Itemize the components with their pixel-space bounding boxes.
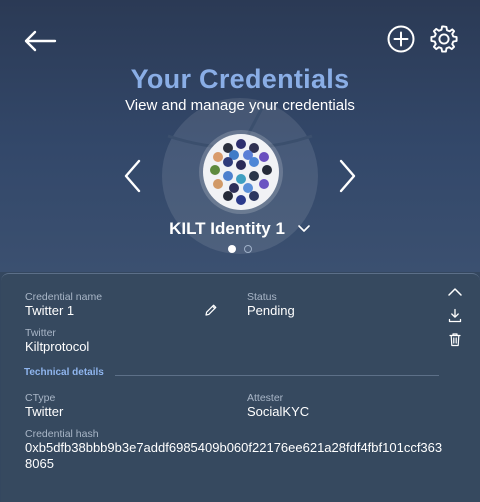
chevron-down-icon [298,225,310,232]
status-value: Pending [247,303,295,318]
download-icon[interactable] [448,308,462,323]
page-title: Your Credentials [130,64,350,94]
chevron-up-icon[interactable] [447,286,463,298]
header-area: Your Credentials View and manage your cr… [0,0,480,272]
page-dot-active[interactable] [228,245,236,253]
add-circle-icon[interactable] [386,24,416,54]
technical-details-heading: Technical details [24,367,104,378]
technical-details-divider [115,375,439,376]
twitter-label: Twitter [25,327,56,339]
identicon [210,139,272,205]
identity-avatar [203,134,279,210]
ctype-label: CType [25,392,56,404]
page-dot[interactable] [244,245,252,253]
credential-name-label: Credential name [25,291,103,303]
chevron-right-icon[interactable] [336,158,358,194]
credential-name-value: Twitter 1 [25,303,75,318]
attester-value: SocialKYC [247,404,310,419]
pagination-dots [228,245,254,255]
pencil-icon[interactable] [204,303,218,317]
attester-label: Attester [247,392,284,404]
chevron-left-icon[interactable] [122,158,144,194]
ctype-value: Twitter [25,404,64,419]
status-label: Status [247,291,277,303]
identity-dropdown[interactable]: KILT Identity 1 [169,219,311,239]
identity-selector: KILT Identity 1 [0,219,480,239]
credential-hash-value: 0xb5dfb38bbb9b3e7addf6985409b060f22176ee… [25,440,443,471]
gear-icon[interactable] [428,23,460,55]
twitter-value: Kiltprotocol [25,339,90,354]
trash-icon[interactable] [448,332,462,347]
back-arrow-icon[interactable] [22,28,58,54]
credential-hash-label: Credential hash [25,428,99,440]
identity-name: KILT Identity 1 [169,219,285,238]
